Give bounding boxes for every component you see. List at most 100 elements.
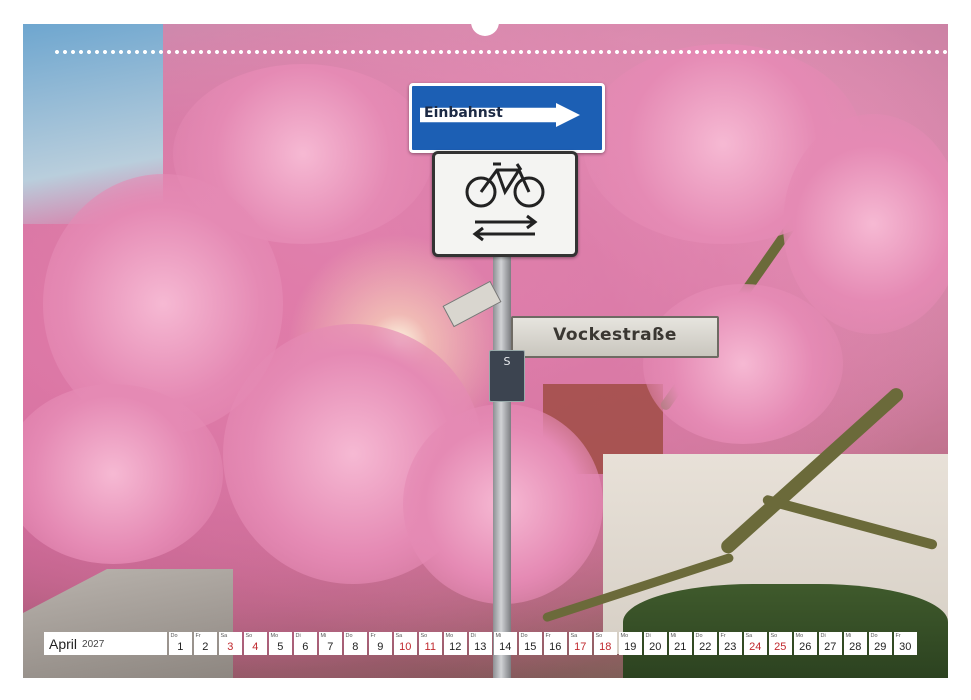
day-number: 24 — [749, 641, 762, 653]
day-cell: Di 6 — [293, 632, 317, 655]
day-cell: So 25 — [768, 632, 792, 655]
day-cell: Fr 2 — [193, 632, 217, 655]
day-cell: Di 20 — [643, 632, 667, 655]
day-number: 16 — [549, 641, 562, 653]
day-number: 14 — [499, 641, 512, 653]
weekday-label: Do — [695, 633, 703, 639]
weekday-label: Do — [170, 633, 178, 639]
day-cell: Mo 5 — [268, 632, 292, 655]
day-number: 8 — [352, 641, 359, 653]
weekday-label: Mi — [670, 633, 677, 639]
weekday-label: So — [420, 633, 428, 639]
day-cell: Fr 16 — [543, 632, 567, 655]
weekday-label: So — [595, 633, 603, 639]
weekday-label: Di — [820, 633, 826, 639]
day-number: 18 — [599, 641, 612, 653]
calendar-strip: April 2027 Do 1 Fr 2 Sa 3 So 4 Mo 5 Di 6 Mi 7 Do 8 Fr 9 Sa… — [44, 632, 917, 655]
day-cell: Do 15 — [518, 632, 542, 655]
day-cell: Do 22 — [693, 632, 717, 655]
day-cell: Sa 17 — [568, 632, 592, 655]
street-name-sign: Vockestraße — [511, 316, 719, 358]
day-number: 10 — [399, 641, 412, 653]
day-cell: Mi 7 — [318, 632, 342, 655]
day-number: 21 — [674, 641, 687, 653]
day-number: 15 — [524, 641, 537, 653]
day-number: 23 — [724, 641, 737, 653]
day-cell: Sa 10 — [393, 632, 417, 655]
weekday-label: Fr — [370, 633, 376, 639]
weekday-label: Mo — [795, 633, 804, 639]
day-number: 26 — [799, 641, 812, 653]
weekday-label: Do — [870, 633, 878, 639]
day-number: 4 — [252, 641, 259, 653]
bicycle-icon — [465, 162, 545, 242]
weekday-label: Do — [345, 633, 353, 639]
weekday-label: Mi — [495, 633, 502, 639]
day-cell: Mo 19 — [618, 632, 642, 655]
blossom-cluster — [783, 114, 948, 334]
day-cell: Di 13 — [468, 632, 492, 655]
day-cell: Sa 3 — [218, 632, 242, 655]
day-number: 25 — [774, 641, 787, 653]
weekday-label: Mo — [620, 633, 629, 639]
hedge — [623, 584, 948, 678]
day-number: 5 — [277, 641, 284, 653]
bicycle-sign — [432, 151, 578, 257]
day-cell: Mo 12 — [443, 632, 467, 655]
weekday-label: Di — [295, 633, 301, 639]
calendar-photo: Einbahnst Vockestraße S — [23, 24, 948, 678]
weekday-label: Mi — [845, 633, 852, 639]
street-road — [23, 569, 233, 678]
day-cell: Sa 24 — [743, 632, 767, 655]
day-number: 29 — [874, 641, 887, 653]
street-name-label: Vockestraße — [553, 325, 677, 345]
day-number: 7 — [327, 641, 334, 653]
day-cell: Mi 14 — [493, 632, 517, 655]
day-cells: Do 1 Fr 2 Sa 3 So 4 Mo 5 Di 6 Mi 7 Do 8 Fr 9 Sa 10 So 11 Mo 12 D… — [168, 632, 917, 655]
sign-pole — [493, 252, 511, 678]
weekday-label: Fr — [720, 633, 726, 639]
day-number: 2 — [202, 641, 209, 653]
one-way-sign: Einbahnst — [409, 83, 605, 153]
weekday-label: So — [770, 633, 778, 639]
day-number: 28 — [849, 641, 862, 653]
day-cell: So 11 — [418, 632, 442, 655]
day-cell: So 4 — [243, 632, 267, 655]
spiral-binding — [53, 50, 948, 54]
year: 2027 — [82, 639, 105, 650]
day-number: 6 — [302, 641, 309, 653]
day-number: 27 — [824, 641, 837, 653]
day-number: 13 — [474, 641, 487, 653]
weekday-label: Do — [520, 633, 528, 639]
day-number: 11 — [424, 641, 436, 653]
weekday-label: Sa — [220, 633, 228, 639]
one-way-sign-label: Einbahnst — [424, 105, 503, 121]
day-cell: So 18 — [593, 632, 617, 655]
day-cell: Do 1 — [168, 632, 192, 655]
weekday-label: Di — [645, 633, 651, 639]
day-cell: Mo 26 — [793, 632, 817, 655]
hydrant-sign: S — [489, 350, 525, 402]
weekday-label: Mo — [445, 633, 454, 639]
weekday-label: So — [245, 633, 253, 639]
day-number: 12 — [449, 641, 462, 653]
day-cell: Fr 9 — [368, 632, 392, 655]
weekday-label: Fr — [195, 633, 201, 639]
weekday-label: Di — [470, 633, 476, 639]
day-cell: Mi 21 — [668, 632, 692, 655]
month-label-cell: April 2027 — [44, 632, 167, 655]
day-cell: Do 8 — [343, 632, 367, 655]
day-number: 20 — [649, 641, 662, 653]
weekday-label: Fr — [545, 633, 551, 639]
month-name: April — [49, 635, 78, 652]
blossom-cluster — [643, 284, 843, 444]
weekday-label: Sa — [395, 633, 403, 639]
day-number: 30 — [899, 641, 912, 653]
weekday-label: Sa — [745, 633, 753, 639]
day-cell: Fr 23 — [718, 632, 742, 655]
weekday-label: Mi — [320, 633, 327, 639]
weekday-label: Mo — [270, 633, 279, 639]
day-number: 17 — [574, 641, 587, 653]
day-cell: Di 27 — [818, 632, 842, 655]
day-number: 9 — [377, 641, 384, 653]
